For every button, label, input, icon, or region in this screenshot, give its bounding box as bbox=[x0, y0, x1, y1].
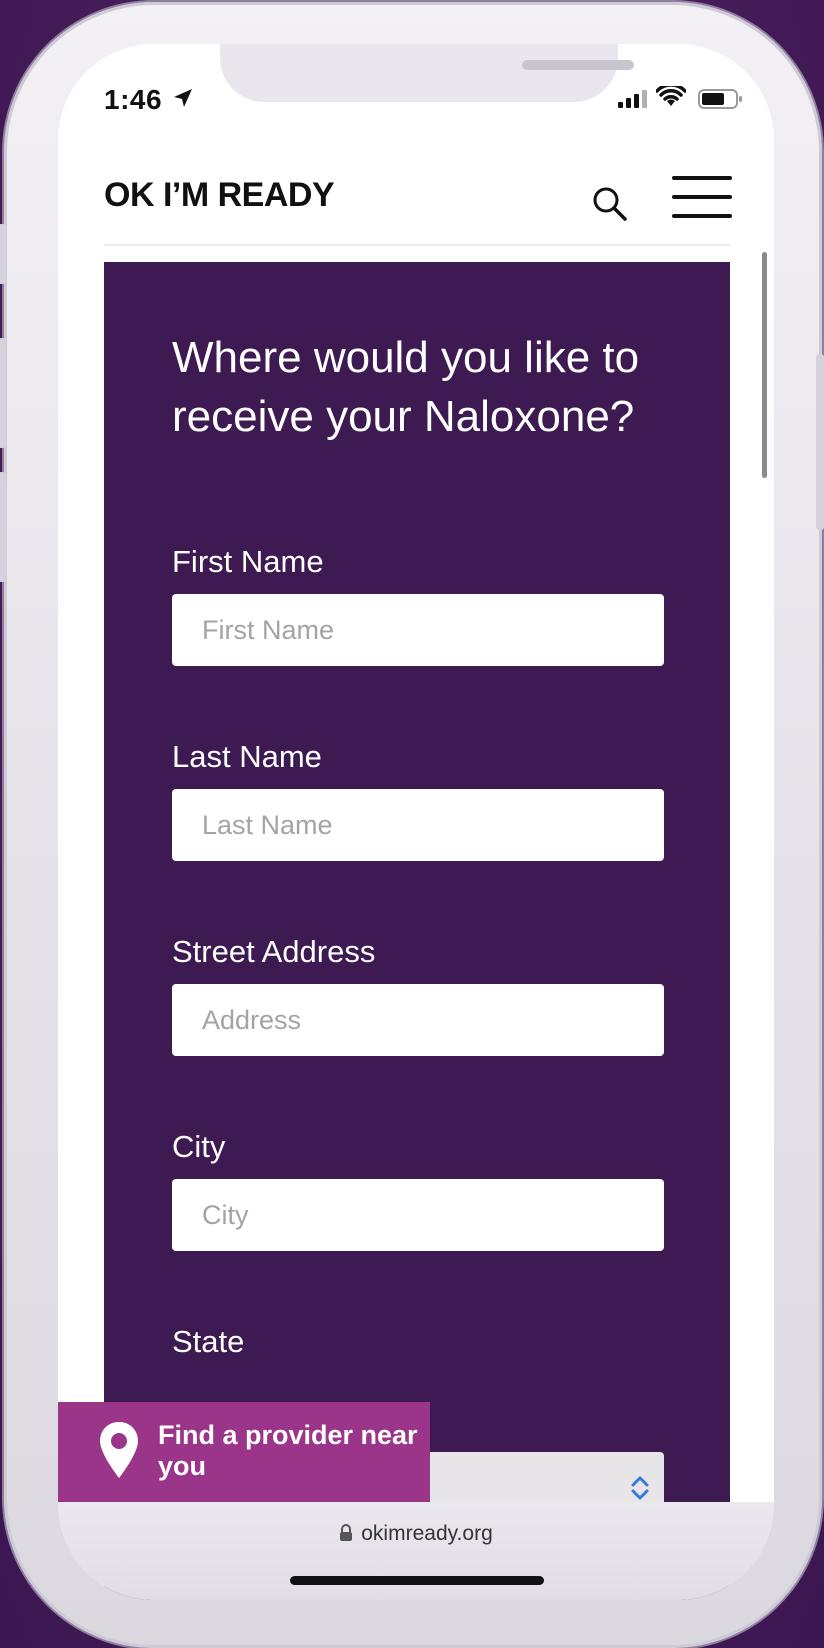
status-bar: 1:46 bbox=[58, 44, 774, 144]
last-name-input[interactable] bbox=[172, 789, 664, 861]
street-address-label: Street Address bbox=[172, 934, 376, 969]
search-icon bbox=[593, 187, 627, 221]
site-logo[interactable]: OK I’M READY bbox=[104, 176, 335, 215]
url-display[interactable]: okimready.org bbox=[58, 1522, 774, 1546]
power-button bbox=[816, 354, 824, 530]
first-name-input[interactable] bbox=[172, 594, 664, 666]
find-provider-label: Find a provider near you bbox=[158, 1420, 418, 1481]
find-provider-button[interactable]: Find a provider near you bbox=[58, 1402, 430, 1502]
form-heading: Where would you like to receive your Nal… bbox=[172, 333, 640, 441]
phone-frame: 1:46 OK I’M READY Where would you like t… bbox=[0, 2, 824, 1648]
city-input[interactable] bbox=[172, 1179, 664, 1251]
volume-down-button bbox=[0, 472, 6, 582]
cellular-signal-icon bbox=[618, 90, 647, 108]
volume-up-button bbox=[0, 338, 6, 448]
street-address-input[interactable] bbox=[172, 984, 664, 1056]
wifi-icon bbox=[656, 86, 686, 106]
location-arrow-icon bbox=[174, 89, 192, 107]
lock-icon bbox=[340, 1524, 353, 1541]
city-label: City bbox=[172, 1129, 226, 1164]
state-label: State bbox=[172, 1324, 245, 1359]
last-name-label: Last Name bbox=[172, 739, 322, 774]
select-arrows-icon bbox=[631, 1476, 649, 1500]
site-header: OK I’M READY bbox=[104, 162, 732, 246]
first-name-label: First Name bbox=[172, 544, 324, 579]
browser-address-bar: okimready.org bbox=[58, 1502, 774, 1600]
search-button[interactable] bbox=[590, 184, 630, 224]
hamburger-menu-button[interactable] bbox=[672, 176, 734, 222]
map-pin-icon bbox=[100, 1422, 138, 1478]
home-indicator[interactable] bbox=[290, 1576, 544, 1585]
phone-screen: 1:46 OK I’M READY Where would you like t… bbox=[58, 44, 774, 1600]
status-time: 1:46 bbox=[104, 84, 163, 115]
mute-switch bbox=[0, 224, 6, 284]
battery-icon bbox=[698, 89, 742, 109]
url-text: okimready.org bbox=[361, 1522, 493, 1545]
naloxone-delivery-form: Where would you like to receive your Nal… bbox=[104, 262, 730, 1600]
page-scrollbar[interactable] bbox=[762, 252, 767, 478]
